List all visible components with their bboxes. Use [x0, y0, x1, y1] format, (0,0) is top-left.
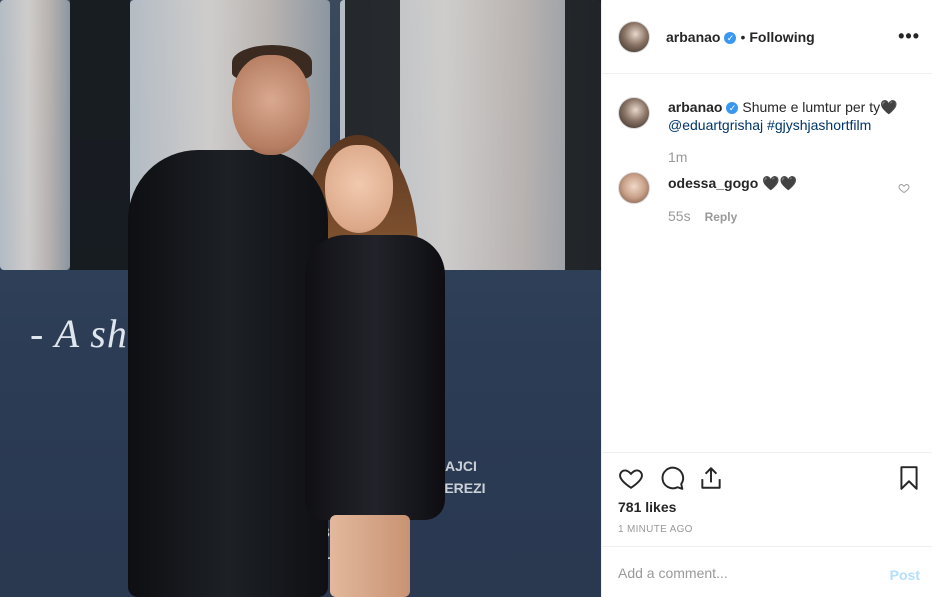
post-comment-button[interactable]: Post — [890, 567, 920, 583]
add-comment-input[interactable] — [618, 563, 868, 583]
add-comment-bar: Post — [602, 546, 932, 597]
mention-link[interactable]: @eduartgrishaj — [668, 117, 763, 133]
header-username[interactable]: arbanao — [666, 29, 720, 45]
verified-badge-icon: ✓ — [724, 31, 737, 44]
reply-button[interactable]: Reply — [705, 210, 738, 224]
poster-background — [0, 0, 70, 270]
man-figure — [128, 150, 328, 597]
post-side-panel: arbanao ✓ • Following ••• arbanao ✓ Shume e … — [601, 0, 932, 597]
post-actions: 781 likes 1 MINUTE AGO — [602, 452, 932, 546]
save-bookmark-icon[interactable] — [896, 465, 922, 491]
separator-dot: • — [740, 29, 746, 45]
comment: odessa_gogo 🖤🖤 — [668, 174, 888, 192]
caption-username[interactable]: arbanao — [668, 99, 722, 115]
following-button[interactable]: Following — [749, 29, 814, 45]
share-icon[interactable] — [698, 465, 724, 491]
caption-time[interactable]: 1m — [668, 149, 687, 165]
hashtag-link[interactable]: #gjyshjashortfilm — [767, 117, 871, 133]
woman-figure — [305, 235, 445, 520]
credits-line: AJCI — [445, 458, 477, 474]
header-user-line: arbanao ✓ • Following — [666, 29, 815, 47]
woman-legs — [330, 515, 410, 597]
likes-count[interactable]: 781 likes — [618, 499, 676, 515]
like-comment-heart-icon[interactable] — [898, 182, 910, 194]
comment-username[interactable]: odessa_gogo — [668, 175, 758, 191]
caption: arbanao ✓ Shume e lumtur per ty🖤 @eduartg… — [668, 98, 908, 134]
post-timestamp[interactable]: 1 MINUTE AGO — [618, 524, 693, 535]
more-options-icon[interactable]: ••• — [898, 26, 920, 47]
post-photo[interactable]: - A sho art Grish AJCI ADI PRODUCTION MA… — [0, 0, 601, 597]
avatar[interactable] — [618, 97, 650, 129]
comment-bubble-icon[interactable] — [659, 465, 685, 491]
avatar[interactable] — [618, 21, 650, 53]
man-face — [232, 55, 310, 155]
comments-list: arbanao ✓ Shume e lumtur per ty🖤 @eduartg… — [602, 74, 932, 452]
poster-letter — [565, 0, 601, 270]
post-header: arbanao ✓ • Following ••• — [602, 0, 932, 74]
caption-text: Shume e lumtur per ty🖤 — [742, 99, 898, 115]
comment-text: 🖤🖤 — [762, 175, 798, 191]
woman-face — [325, 145, 393, 233]
like-heart-icon[interactable] — [618, 465, 644, 491]
verified-badge-icon: ✓ — [726, 102, 739, 115]
comment-time[interactable]: 55s — [668, 208, 691, 224]
poster-letter — [70, 0, 130, 270]
comment-meta: 55s Reply — [668, 208, 737, 226]
avatar[interactable] — [618, 172, 650, 204]
